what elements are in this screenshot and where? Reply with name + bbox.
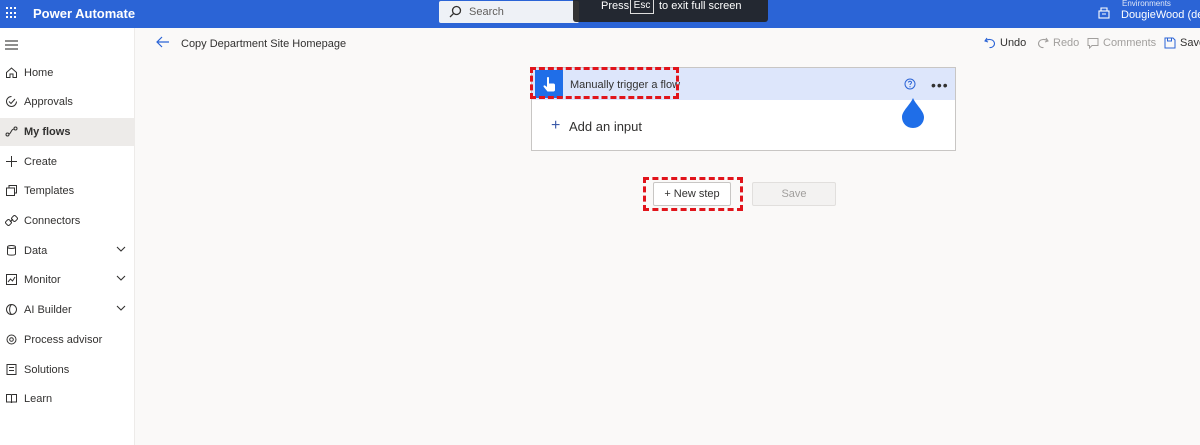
sidebar-item-label: Approvals (24, 96, 73, 108)
approvals-icon (6, 96, 17, 107)
sidebar-item-data[interactable]: Data (0, 237, 134, 265)
solutions-icon (6, 364, 17, 375)
monitor-icon (6, 274, 17, 285)
save-label: Save (1180, 37, 1200, 49)
sidebar-item-label: My flows (24, 126, 71, 138)
sidebar-item-process-advisor[interactable]: Process advisor (0, 326, 134, 354)
plus-icon (6, 156, 17, 167)
environment-name[interactable]: DougieWood (def (1121, 9, 1200, 21)
sidebar-item-label: Monitor (24, 274, 61, 286)
sidebar-item-approvals[interactable]: Approvals (0, 88, 134, 116)
comment-icon (1087, 38, 1099, 49)
flows-icon (5, 126, 18, 137)
sidebar: Home Approvals My flows Create Templates… (0, 28, 135, 445)
search-label: Search (469, 6, 504, 18)
sidebar-item-monitor[interactable]: Monitor (0, 266, 134, 294)
data-icon (7, 245, 16, 256)
sidebar-item-label: Home (24, 67, 54, 79)
top-bar: Power Automate Search Press Esc to exit … (0, 0, 1200, 28)
app-launcher-icon[interactable] (6, 7, 18, 19)
ai-builder-icon (6, 304, 17, 315)
drop-pointer-icon (902, 98, 924, 128)
save-button[interactable]: Save (752, 182, 836, 206)
sidebar-item-ai-builder[interactable]: AI Builder (0, 296, 134, 324)
sidebar-item-label: Templates (24, 185, 75, 197)
sidebar-item-home[interactable]: Home (0, 59, 134, 87)
redo-label: Redo (1053, 37, 1080, 49)
sidebar-item-label: Connectors (24, 215, 81, 227)
sidebar-item-label: AI Builder (24, 304, 72, 316)
undo-icon (984, 37, 996, 49)
sidebar-item-connectors[interactable]: Connectors (0, 207, 134, 235)
save-icon (1164, 37, 1176, 49)
add-input-label: Add an input (569, 119, 643, 134)
comments-label: Comments (1103, 37, 1157, 49)
hamburger-menu-icon[interactable] (5, 40, 18, 50)
learn-icon (6, 394, 17, 404)
home-icon (6, 67, 17, 78)
redo-icon (1037, 37, 1049, 49)
connectors-icon (5, 215, 18, 226)
templates-icon (6, 185, 17, 196)
sidebar-item-templates[interactable]: Templates (0, 177, 134, 205)
sidebar-item-learn[interactable]: Learn (0, 385, 134, 413)
help-icon[interactable] (904, 78, 916, 90)
sidebar-item-label: Data (24, 245, 48, 257)
sidebar-item-label: Process advisor (24, 334, 103, 346)
toast-esc-key: Esc (630, 0, 654, 14)
more-options-icon[interactable]: ••• (931, 77, 949, 93)
search-input[interactable]: Search (439, 1, 579, 23)
toast-press-text: Press (601, 0, 630, 12)
flow-name: Copy Department Site Homepage (181, 38, 347, 50)
chevron-down-icon[interactable] (116, 305, 126, 312)
environment-icon[interactable] (1097, 6, 1111, 20)
sidebar-item-create[interactable]: Create (0, 148, 134, 176)
sidebar-item-solutions[interactable]: Solutions (0, 356, 134, 384)
sidebar-item-label: Solutions (24, 364, 70, 376)
search-icon (449, 5, 462, 18)
undo-label: Undo (1000, 37, 1027, 49)
plus-icon: + (551, 117, 561, 134)
chevron-down-icon[interactable] (116, 246, 126, 253)
process-advisor-icon (6, 334, 17, 345)
environment-label: Environments (1122, 0, 1171, 8)
app-title[interactable]: Power Automate (33, 6, 135, 21)
back-arrow-icon[interactable] (156, 36, 170, 48)
sidebar-item-label: Learn (24, 393, 53, 405)
trigger-highlight-box (530, 67, 679, 99)
fullscreen-toast: Press Esc to exit full screen (573, 0, 768, 22)
chevron-down-icon[interactable] (116, 275, 126, 282)
sidebar-item-my-flows[interactable]: My flows (0, 118, 134, 146)
sidebar-item-label: Create (24, 156, 58, 168)
new-step-highlight-box (643, 177, 743, 211)
toast-rest-text: to exit full screen (659, 0, 742, 12)
